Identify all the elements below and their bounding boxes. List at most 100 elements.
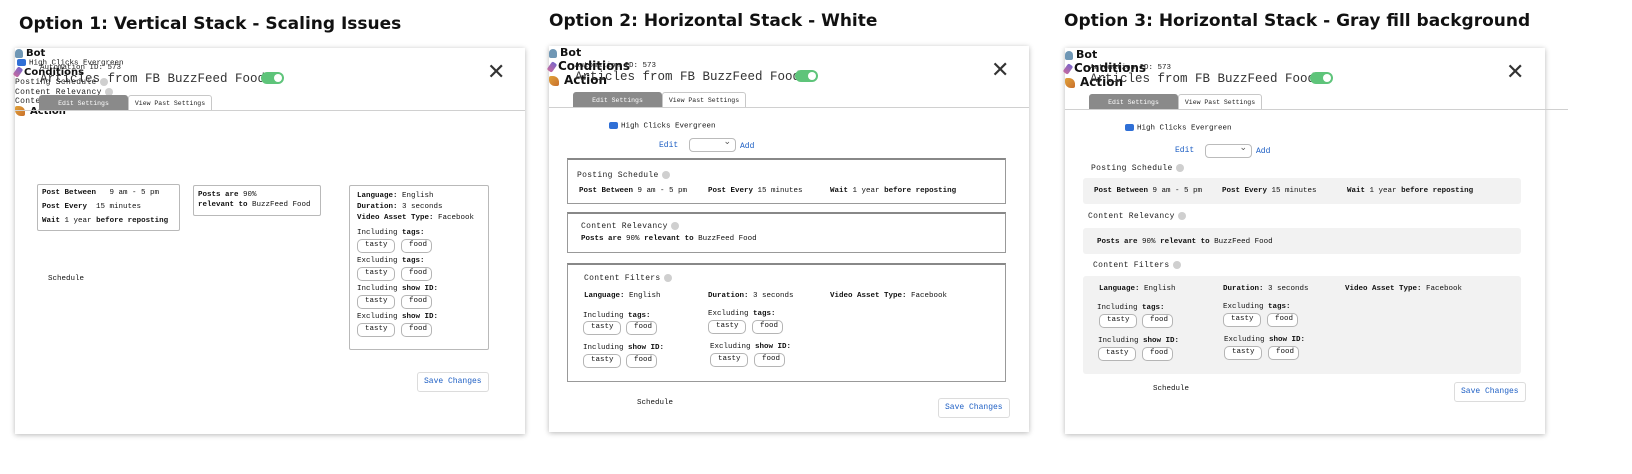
tag-chip[interactable]: tasty [1223, 313, 1261, 327]
tab-divider [1065, 109, 1568, 110]
duration-row: Duration: 3 seconds [357, 203, 443, 211]
conditions-icon [1062, 62, 1074, 75]
close-icon[interactable]: ✕ [487, 62, 505, 84]
including-show-label: Including show ID: [357, 285, 439, 293]
automation-toggle[interactable] [795, 70, 818, 82]
wait-row: Wait 1 year before reposting [42, 217, 169, 225]
tag-chip[interactable]: tasty [357, 239, 395, 253]
show-chip[interactable]: food [754, 353, 785, 367]
post-every-row: Post Every 15 minutes [708, 187, 803, 195]
content-relevancy-title: Content Relevancy [1088, 212, 1186, 221]
info-dot-icon[interactable] [1175, 164, 1184, 172]
excluding-tags-label: Excluding tags: [1223, 303, 1291, 311]
content-filters-title: Content Filters [584, 274, 672, 283]
content-relevancy-box: Content Relevancy Posts are 90% relevant… [567, 212, 1006, 253]
show-chip[interactable]: tasty [357, 295, 395, 309]
action-value: Schedule [637, 399, 674, 407]
edit-conditions-link[interactable]: Edit [659, 141, 678, 150]
post-between-row: Post Between 9 am - 5 pm [579, 187, 688, 195]
option-3-card: Automation ID: 573 Articles from FB Buzz… [1062, 48, 1568, 434]
tag-chip[interactable]: food [401, 267, 432, 281]
info-dot-icon[interactable] [661, 171, 670, 179]
tag-chip[interactable]: tasty [1099, 314, 1137, 328]
language-row: Language: English [357, 192, 434, 200]
posting-schedule-title: Posting Schedule [1091, 164, 1184, 173]
info-dot-icon[interactable] [663, 274, 672, 282]
automation-toggle[interactable] [1310, 72, 1333, 84]
show-chip[interactable]: food [401, 323, 432, 337]
save-changes-button[interactable]: Save Changes [938, 398, 1010, 418]
posting-schedule-panel: Post Between 9 am - 5 pm Post Every 15 m… [1083, 178, 1521, 204]
show-chip[interactable]: food [626, 354, 657, 368]
tab-edit-settings[interactable]: Edit Settings [39, 95, 128, 111]
bot-badge-icon [1125, 124, 1134, 131]
tag-chip[interactable]: food [1267, 313, 1298, 327]
add-condition-link[interactable]: Add [740, 142, 754, 151]
bot-icon [1065, 50, 1073, 60]
video-asset-row: Video Asset Type: Facebook [830, 292, 948, 300]
including-show-label: Including show ID: [583, 344, 665, 352]
posting-schedule-box: Posting Schedule Post Between 9 am - 5 p… [567, 158, 1006, 204]
edit-conditions-link[interactable]: Edit [1175, 146, 1194, 155]
option-2-heading: Option 2: Horizontal Stack - White [549, 11, 878, 31]
show-chip[interactable]: tasty [1224, 346, 1262, 360]
tag-chip[interactable]: food [626, 321, 657, 335]
option-3-heading: Option 3: Horizontal Stack - Gray fill b… [1064, 11, 1531, 31]
video-asset-row: Video Asset Type: Facebook [1345, 285, 1463, 293]
info-dot-icon[interactable] [670, 222, 679, 230]
show-chip[interactable]: food [401, 295, 432, 309]
video-asset-row: Video Asset Type: Facebook [357, 214, 475, 222]
conditions-dropdown[interactable] [1205, 143, 1252, 158]
action-value: Schedule [1153, 385, 1190, 393]
save-changes-button[interactable]: Save Changes [417, 372, 489, 392]
close-icon[interactable]: ✕ [1506, 62, 1524, 84]
tab-edit-settings[interactable]: Edit Settings [1089, 94, 1178, 110]
bot-icon [549, 48, 557, 58]
show-chip[interactable]: tasty [1098, 347, 1136, 361]
show-chip[interactable]: tasty [583, 354, 621, 368]
bot-section-title: Bot [1065, 48, 1545, 61]
bot-section-title: Bot [549, 46, 1029, 59]
tag-chip[interactable]: tasty [583, 321, 621, 335]
content-filters-box: Language: English Duration: 3 seconds Vi… [349, 185, 489, 350]
conditions-icon [12, 66, 24, 79]
tab-edit-settings[interactable]: Edit Settings [573, 92, 662, 108]
posting-schedule-title: Posting Schedule [577, 171, 670, 180]
tab-view-past-settings[interactable]: View Past Settings [128, 95, 212, 111]
option-1-heading: Option 1: Vertical Stack - Scaling Issue… [19, 14, 402, 34]
info-dot-icon[interactable] [1172, 261, 1181, 269]
close-icon[interactable]: ✕ [991, 60, 1009, 82]
show-chip[interactable]: food [1268, 346, 1299, 360]
show-chip[interactable]: tasty [357, 323, 395, 337]
info-dot-icon[interactable] [1177, 212, 1186, 220]
excluding-show-label: Excluding show ID: [1224, 336, 1306, 344]
tag-chip[interactable]: food [401, 239, 432, 253]
tab-view-past-settings[interactable]: View Past Settings [662, 92, 746, 108]
tab-view-past-settings[interactable]: View Past Settings [1178, 94, 1262, 110]
bot-badge-icon [17, 59, 26, 66]
bot-value: High Clicks Evergreen [607, 122, 716, 130]
content-filters-panel: Language: English Duration: 3 seconds Vi… [1083, 276, 1521, 374]
automation-id-label: Automation ID: [40, 64, 104, 72]
tag-chip[interactable]: tasty [708, 320, 746, 334]
bot-section-title: Bot [15, 48, 525, 59]
tag-chip[interactable]: food [752, 320, 783, 334]
automation-id: Automation ID: 573 [575, 62, 656, 70]
content-filters-title: Content Filters [1093, 261, 1181, 270]
show-chip[interactable]: food [1142, 347, 1173, 361]
posts-relevant-row: Posts are 90% relevant to BuzzFeed Food [581, 235, 757, 243]
conditions-dropdown[interactable] [689, 137, 736, 152]
tag-chip[interactable]: food [1142, 314, 1173, 328]
posts-relevant-row: Posts are 90% relevant to BuzzFeed Food [1097, 238, 1273, 246]
duration-row: Duration: 3 seconds [708, 292, 794, 300]
excluding-show-label: Excluding show ID: [710, 343, 792, 351]
add-condition-link[interactable]: Add [1256, 147, 1270, 156]
language-row: Language: English [1099, 285, 1176, 293]
show-chip[interactable]: tasty [710, 353, 748, 367]
save-changes-button[interactable]: Save Changes [1454, 382, 1526, 402]
bot-badge-icon [609, 122, 618, 129]
automation-toggle[interactable] [261, 72, 284, 84]
tag-chip[interactable]: tasty [357, 267, 395, 281]
automation-id: Automation ID: 573 [1090, 64, 1171, 72]
content-filters-box: Content Filters Language: English Durati… [567, 263, 1006, 382]
